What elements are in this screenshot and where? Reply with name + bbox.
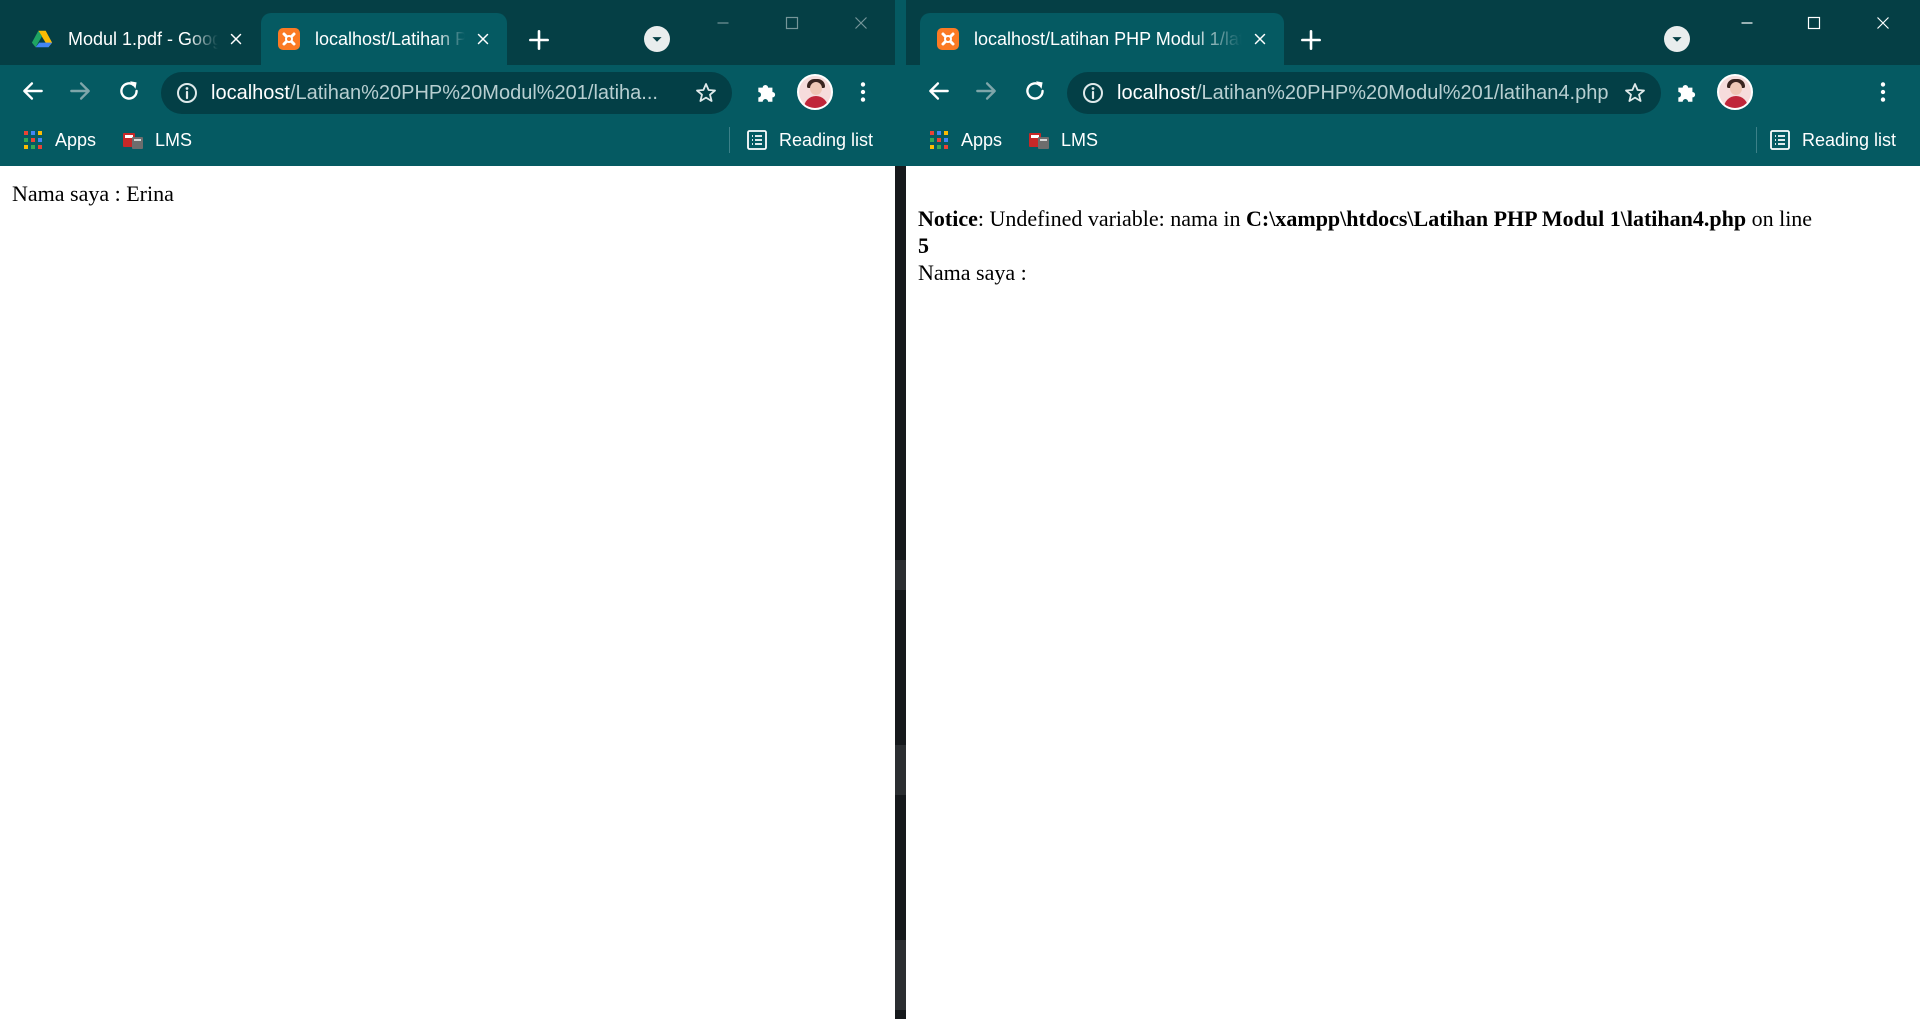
- php-notice: Notice: Undefined variable: nama in C:\x…: [918, 205, 1812, 232]
- tab-strip: localhost/Latihan PHP Modul 1/latihan4.p…: [906, 0, 1920, 65]
- apps-grid-icon: [927, 128, 951, 152]
- tab-google-drive[interactable]: Modul 1.pdf - Google Drive: [14, 13, 260, 65]
- close-tab-icon[interactable]: [224, 27, 248, 51]
- bookmark-star-icon[interactable]: [1623, 81, 1647, 105]
- bookmark-lms[interactable]: LMS: [121, 124, 192, 156]
- forward-button[interactable]: [60, 71, 100, 111]
- reading-list-label: Reading list: [1802, 129, 1897, 150]
- tab-title: localhost/Latihan PHP Modul 1/latihan4.p…: [974, 28, 1242, 49]
- notice-label: Notice: [918, 206, 978, 231]
- bookmark-label: LMS: [1061, 129, 1099, 150]
- bookmark-star-icon[interactable]: [694, 81, 718, 105]
- xampp-icon: [936, 27, 960, 51]
- extensions-icon[interactable]: [747, 72, 787, 112]
- close-tab-icon[interactable]: [1248, 27, 1272, 51]
- window-close-button[interactable]: [1855, 6, 1911, 40]
- forward-button[interactable]: [966, 71, 1006, 111]
- minimize-button[interactable]: [1719, 6, 1775, 40]
- notice-on-line: on line: [1746, 206, 1813, 231]
- browser-menu-icon[interactable]: [1863, 72, 1903, 112]
- back-button[interactable]: [919, 71, 959, 111]
- url-host: localhost: [1117, 82, 1196, 104]
- bookmark-divider: [1756, 127, 1757, 153]
- lms-bookmark-icon: [121, 128, 145, 152]
- tab-title: localhost/Latihan PHP Modul 1/latihan4.p…: [315, 28, 465, 49]
- lms-bookmark-icon: [1027, 128, 1051, 152]
- desktop-gap: [895, 0, 906, 1019]
- profile-avatar[interactable]: [797, 74, 833, 110]
- address-url[interactable]: localhost/Latihan%20PHP%20Modul%201/lati…: [1117, 81, 1617, 105]
- bookmark-label: Apps: [55, 129, 97, 150]
- google-drive-icon: [30, 27, 54, 51]
- profile-avatar[interactable]: [1717, 74, 1753, 110]
- maximize-button[interactable]: [764, 6, 820, 40]
- url-host: localhost: [211, 82, 290, 104]
- tab-latihan4[interactable]: localhost/Latihan PHP Modul 1/latihan4.p…: [920, 13, 1284, 65]
- notice-file-path: C:\xampp\htdocs\Latihan PHP Modul 1\lati…: [1246, 206, 1747, 231]
- browser-menu-icon[interactable]: [843, 72, 883, 112]
- address-bar[interactable]: localhost/Latihan%20PHP%20Modul%201/lati…: [1067, 72, 1661, 114]
- url-path: /Latihan%20PHP%20Modul%201/latihan4.php: [1195, 82, 1609, 104]
- back-button[interactable]: [13, 71, 53, 111]
- bookmark-label: Apps: [961, 129, 1003, 150]
- address-bar[interactable]: localhost/Latihan%20PHP%20Modul%201/lati…: [161, 72, 732, 114]
- output-text: Nama saya : Erina: [12, 181, 174, 206]
- reading-list-label: Reading list: [779, 129, 874, 150]
- minimize-button[interactable]: [695, 6, 751, 40]
- xampp-icon: [277, 27, 301, 51]
- address-url[interactable]: localhost/Latihan%20PHP%20Modul%201/lati…: [211, 81, 681, 105]
- apps-grid-icon: [21, 128, 45, 152]
- bookmark-label: LMS: [155, 129, 193, 150]
- bookmark-apps[interactable]: Apps: [21, 124, 96, 156]
- tab-title: Modul 1.pdf - Google Drive: [68, 28, 218, 49]
- maximize-button[interactable]: [1786, 6, 1842, 40]
- output-text: Nama saya :: [918, 260, 1027, 285]
- tab-strip: Modul 1.pdf - Google Drive localhost/Lat…: [0, 0, 895, 65]
- bookmark-lms[interactable]: LMS: [1027, 124, 1098, 156]
- site-info-icon[interactable]: [1081, 81, 1105, 105]
- browser-window-left: Modul 1.pdf - Google Drive localhost/Lat…: [0, 0, 895, 1019]
- reading-list-icon: [1768, 128, 1792, 152]
- notice-line-row: 5: [918, 232, 929, 259]
- tab-latihan4[interactable]: localhost/Latihan PHP Modul 1/latihan4.p…: [261, 13, 507, 65]
- reading-list-button[interactable]: Reading list: [745, 124, 873, 156]
- new-tab-button[interactable]: [1295, 24, 1327, 56]
- notice-message: : Undefined variable: nama in: [977, 206, 1247, 231]
- extensions-icon[interactable]: [1667, 72, 1707, 112]
- url-path: /Latihan%20PHP%20Modul%201/latiha...: [289, 82, 658, 104]
- reload-button[interactable]: [109, 71, 149, 111]
- site-info-icon[interactable]: [175, 81, 199, 105]
- new-tab-button[interactable]: [523, 24, 555, 56]
- page-content: Nama saya : Erina: [0, 166, 895, 1019]
- page-content: Notice: Undefined variable: nama in C:\x…: [906, 166, 1920, 1019]
- reload-button[interactable]: [1015, 71, 1055, 111]
- bookmark-divider: [729, 127, 730, 153]
- tab-search-button[interactable]: [1664, 26, 1690, 52]
- window-close-button[interactable]: [833, 6, 889, 40]
- browser-window-right: localhost/Latihan PHP Modul 1/latihan4.p…: [906, 0, 1920, 1019]
- reading-list-icon: [745, 128, 769, 152]
- bookmark-apps[interactable]: Apps: [927, 124, 1002, 156]
- reading-list-button[interactable]: Reading list: [1768, 124, 1896, 156]
- notice-line-number: 5: [918, 233, 929, 258]
- tab-search-button[interactable]: [644, 26, 670, 52]
- close-tab-icon[interactable]: [471, 27, 495, 51]
